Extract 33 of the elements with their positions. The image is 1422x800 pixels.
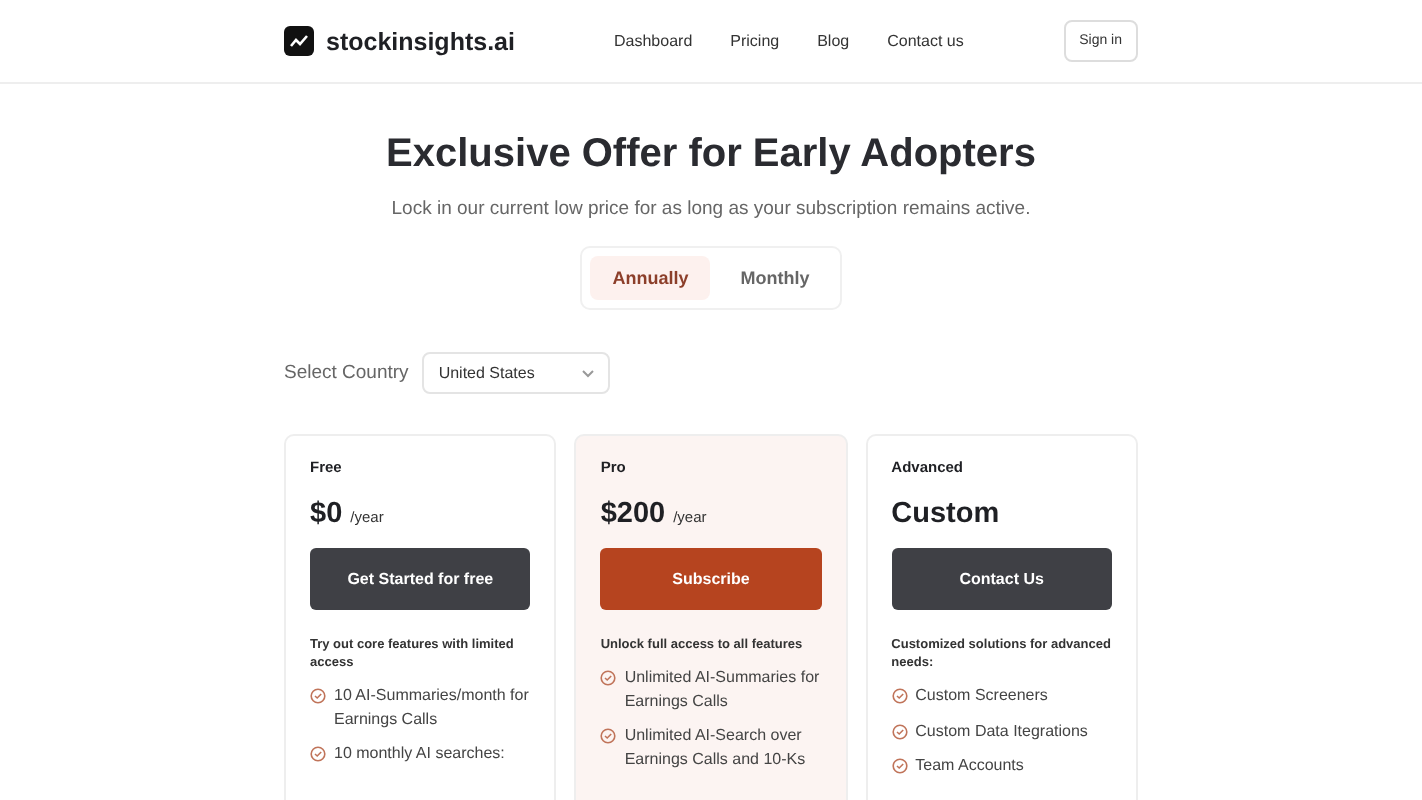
plan-price: $0 (310, 498, 343, 530)
country-select[interactable]: United States (422, 352, 611, 394)
feature-text: 10 monthly AI searches: (334, 742, 505, 766)
feature-text: Unlimited AI-Summaries for Earnings Calls (624, 666, 822, 713)
plan-price: $200 (600, 498, 666, 530)
check-circle-icon (600, 670, 617, 687)
check-circle-icon (891, 758, 908, 775)
chart-logo-icon (284, 26, 314, 56)
page-subtitle: Lock in our current low price for as long as your subscription remains active. (389, 198, 1033, 220)
plan-price: Custom (891, 498, 1000, 530)
check-circle-icon (310, 688, 326, 705)
nav-link[interactable]: Contact us (887, 32, 964, 50)
nav-link[interactable]: Dashboard (614, 32, 693, 50)
plan-button[interactable]: Subscribe (600, 548, 822, 610)
feature-text: 10 AI-Summaries/month for Earnings Calls (334, 684, 531, 731)
page-title: Exclusive Offer for Early Adopters (384, 132, 1038, 178)
feature-text: Unlimited AI-Search over Earnings Calls and 10-Ks (624, 724, 808, 771)
country-label: Select Country (284, 362, 409, 384)
nav-link[interactable]: Blog (817, 32, 850, 50)
check-circle-icon (891, 723, 908, 740)
billing-tab[interactable]: Annually (590, 256, 711, 300)
feature-text: Custom Screeners (915, 684, 1048, 708)
feature-text: Custom Data Itegrations (915, 719, 1088, 743)
feature-text: Team Accounts (915, 754, 1024, 778)
plan-button[interactable]: Contact Us (891, 548, 1112, 610)
chevron-down-icon (582, 369, 595, 377)
brand-name: stockinsights.ai (326, 27, 515, 55)
billing-tab[interactable]: Monthly (718, 256, 832, 300)
check-circle-icon (600, 728, 617, 745)
plan-button[interactable]: Get Started for free (310, 548, 531, 610)
check-circle-icon (891, 688, 908, 705)
nav-link[interactable]: Pricing (730, 32, 780, 50)
check-circle-icon (310, 746, 326, 763)
